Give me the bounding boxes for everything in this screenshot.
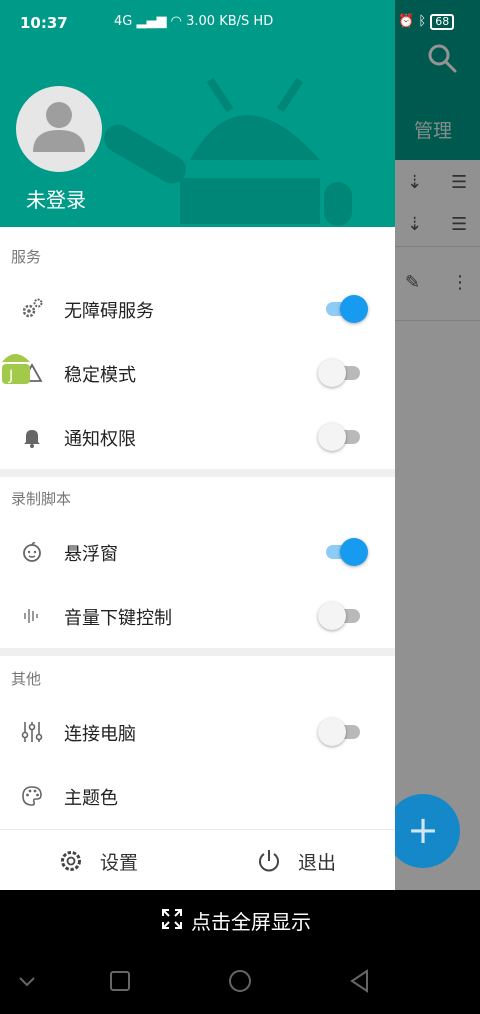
menu-item-theme-color[interactable]: 主题色 <box>0 764 395 828</box>
connect-computer-toggle[interactable] <box>318 718 368 746</box>
menu-item-label: 主题色 <box>64 788 118 809</box>
logout-button[interactable]: 退出 <box>256 838 356 882</box>
sound-wave-icon <box>24 609 38 623</box>
expand-icon <box>162 909 182 929</box>
home-icon[interactable] <box>227 968 253 994</box>
user-icon <box>33 102 85 152</box>
hd-badge: HD <box>253 14 274 29</box>
add-fab-button[interactable]: + <box>386 794 460 868</box>
gears-icon <box>22 298 43 318</box>
menu-item-label: 音量下键控制 <box>64 608 172 629</box>
section-title-services: 服务 <box>11 248 42 266</box>
bell-icon <box>24 430 40 448</box>
menu-item-connect-computer[interactable]: 连接电脑 <box>0 700 395 764</box>
system-nav-bar <box>0 948 480 1014</box>
section-title-other: 其他 <box>11 670 42 688</box>
menu-item-label: 无障碍服务 <box>64 301 154 322</box>
chevron-down-icon[interactable] <box>14 968 40 994</box>
floating-bot-icon[interactable]: J <box>0 344 34 388</box>
menu-item-notification-permission[interactable]: 通知权限 <box>0 405 395 469</box>
android-robot-icon <box>104 77 352 226</box>
network-speed: 3.00 KB/S <box>186 14 250 29</box>
status-bar: 10:37 4G ▂▄▆ ◠ 3.00 KB/S HD ⏰ ᛒ 68 <box>0 0 480 46</box>
network-type: 4G <box>114 14 133 29</box>
alarm-icon: ⏰ <box>398 14 415 29</box>
palette-icon <box>22 786 42 806</box>
username[interactable]: 未登录 <box>26 184 86 213</box>
status-network: 4G ▂▄▆ ◠ 3.00 KB/S HD <box>114 14 273 29</box>
status-right: ⏰ ᛒ 68 <box>398 14 455 30</box>
menu-item-volume-down-control[interactable]: 音量下键控制 <box>0 584 395 648</box>
status-time: 10:37 <box>20 14 68 32</box>
section-divider <box>0 648 395 656</box>
logout-label: 退出 <box>298 852 337 874</box>
navigation-drawer: 未登录 服务 无障碍服务 稳定模式 通知权限 录制脚本 悬浮窗 音量下键控制 其… <box>0 0 395 890</box>
face-icon <box>23 542 41 562</box>
menu-item-label: 稳定模式 <box>64 365 136 386</box>
accessibility-service-toggle[interactable] <box>318 295 368 323</box>
stable-mode-toggle[interactable] <box>318 359 368 387</box>
fullscreen-label: 点击全屏显示 <box>191 910 311 934</box>
footer-divider <box>0 829 395 830</box>
settings-button[interactable]: 设置 <box>58 838 158 882</box>
menu-item-label: 通知权限 <box>64 429 136 450</box>
menu-item-floating-window[interactable]: 悬浮窗 <box>0 520 395 584</box>
menu-item-stable-mode[interactable]: 稳定模式 <box>0 341 395 405</box>
menu-item-accessibility-service[interactable]: 无障碍服务 <box>0 277 395 341</box>
section-divider <box>0 469 395 477</box>
fullscreen-bar[interactable]: 点击全屏显示 <box>0 890 480 948</box>
battery-icon: 68 <box>430 14 455 30</box>
gear-icon <box>61 851 81 871</box>
wifi-icon: ◠ <box>170 14 182 29</box>
menu-item-label: 悬浮窗 <box>64 544 118 565</box>
recent-apps-icon[interactable] <box>107 968 133 994</box>
notification-permission-toggle[interactable] <box>318 423 368 451</box>
sliders-icon <box>21 722 43 742</box>
volume-down-control-toggle[interactable] <box>318 602 368 630</box>
settings-label: 设置 <box>100 852 139 874</box>
bluetooth-icon: ᛒ <box>418 14 427 29</box>
svg-text:J: J <box>8 368 13 384</box>
section-title-record-script: 录制脚本 <box>11 490 72 508</box>
back-icon[interactable] <box>347 968 373 994</box>
signal-icon: ▂▄▆ <box>136 14 167 29</box>
avatar[interactable] <box>16 86 102 172</box>
menu-item-label: 连接电脑 <box>64 724 136 745</box>
power-icon <box>259 850 279 872</box>
floating-window-toggle[interactable] <box>318 538 368 566</box>
